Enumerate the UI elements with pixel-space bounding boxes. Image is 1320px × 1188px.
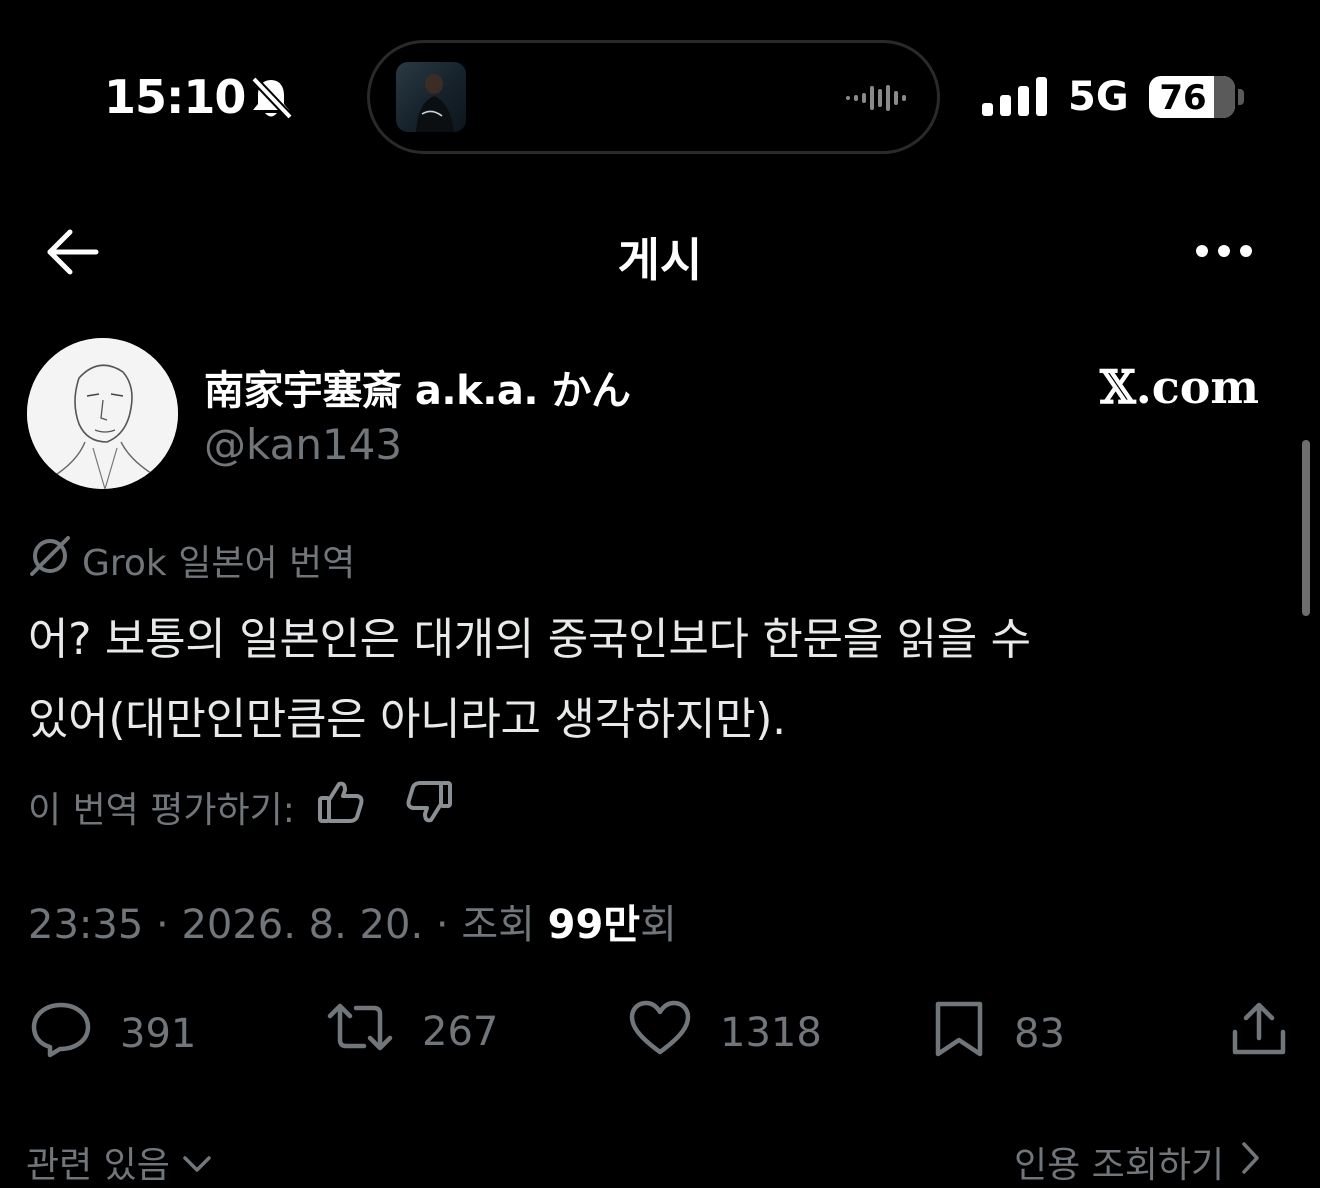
retweet-button[interactable]: 267 bbox=[326, 1000, 498, 1064]
retweet-icon bbox=[326, 1000, 394, 1064]
post-text: 어? 보통의 일본인은 대개의 중국인보다 한문을 읽을 수 있어(대만인만큼은… bbox=[28, 600, 1288, 760]
rate-translation-row: 이 번역 평가하기: bbox=[28, 780, 453, 833]
bookmark-button[interactable]: 83 bbox=[932, 1000, 1065, 1068]
retweet-count: 267 bbox=[422, 1009, 499, 1055]
cellular-signal-icon bbox=[982, 77, 1048, 121]
thumbs-down-icon[interactable] bbox=[405, 780, 453, 833]
grok-icon bbox=[28, 535, 72, 585]
status-time: 15:10 bbox=[104, 70, 246, 124]
chevron-down-icon bbox=[182, 1142, 212, 1183]
bookmark-icon bbox=[932, 1000, 986, 1068]
view-quotes-link[interactable]: 인용 조회하기 bbox=[1014, 1136, 1260, 1188]
post-text-line: 있어(대만인만큼은 아니라고 생각하지만). bbox=[28, 694, 786, 745]
post-meta: 23:35 · 2026. 8. 20. · 조회 99만회 bbox=[28, 892, 677, 950]
rate-translation-label: 이 번역 평가하기: bbox=[28, 789, 295, 831]
reply-icon bbox=[30, 1000, 92, 1068]
author-display-name[interactable]: 南家宇塞斎 a.k.a. かん bbox=[204, 358, 631, 416]
scroll-indicator[interactable] bbox=[1302, 440, 1310, 616]
related-label: 관련 있음 bbox=[26, 1145, 170, 1186]
more-options-icon[interactable] bbox=[1194, 240, 1254, 266]
page-title: 게시 bbox=[617, 233, 703, 287]
views-suffix: 회 bbox=[640, 902, 677, 948]
post-time: 23:35 bbox=[28, 902, 144, 948]
meta-separator: · bbox=[435, 902, 462, 948]
bookmark-count: 83 bbox=[1014, 1011, 1065, 1057]
network-type: 5G bbox=[1068, 74, 1129, 120]
author-avatar[interactable] bbox=[27, 338, 178, 489]
translation-label: Grok 일본어 번역 bbox=[82, 543, 356, 584]
bell-slash-icon bbox=[248, 76, 294, 124]
related-sort-toggle[interactable]: 관련 있음 bbox=[26, 1136, 212, 1188]
views-count[interactable]: 99만 bbox=[548, 902, 640, 948]
battery-tip bbox=[1238, 89, 1244, 105]
thumbs-up-icon[interactable] bbox=[317, 780, 365, 833]
now-playing-artwork[interactable] bbox=[396, 62, 466, 132]
author-handle[interactable]: @kan143 bbox=[204, 420, 402, 469]
translation-label-row: Grok 일본어 번역 bbox=[28, 534, 355, 586]
audio-waveform-icon bbox=[846, 84, 910, 116]
views-label: 조회 bbox=[461, 902, 535, 948]
reply-count: 391 bbox=[120, 1011, 197, 1057]
post-date: 2026. 8. 20. bbox=[181, 902, 424, 948]
chevron-right-icon bbox=[1240, 1141, 1260, 1184]
reply-button[interactable]: 391 bbox=[30, 1000, 196, 1068]
battery-level: 76 bbox=[1159, 78, 1207, 118]
view-quotes-label: 인용 조회하기 bbox=[1014, 1145, 1225, 1186]
battery-empty-portion bbox=[1214, 76, 1235, 118]
like-count: 1318 bbox=[720, 1010, 822, 1056]
like-button[interactable]: 1318 bbox=[628, 1000, 822, 1066]
battery-indicator: 76 bbox=[1149, 76, 1235, 118]
heart-icon bbox=[628, 1000, 692, 1066]
x-com-watermark: 𝕏.com bbox=[1100, 360, 1260, 414]
share-icon[interactable] bbox=[1230, 1000, 1288, 1062]
meta-separator: · bbox=[156, 902, 182, 948]
back-arrow-icon[interactable] bbox=[44, 226, 100, 282]
post-text-line: 어? 보통의 일본인은 대개의 중국인보다 한문을 읽을 수 bbox=[28, 614, 1031, 665]
